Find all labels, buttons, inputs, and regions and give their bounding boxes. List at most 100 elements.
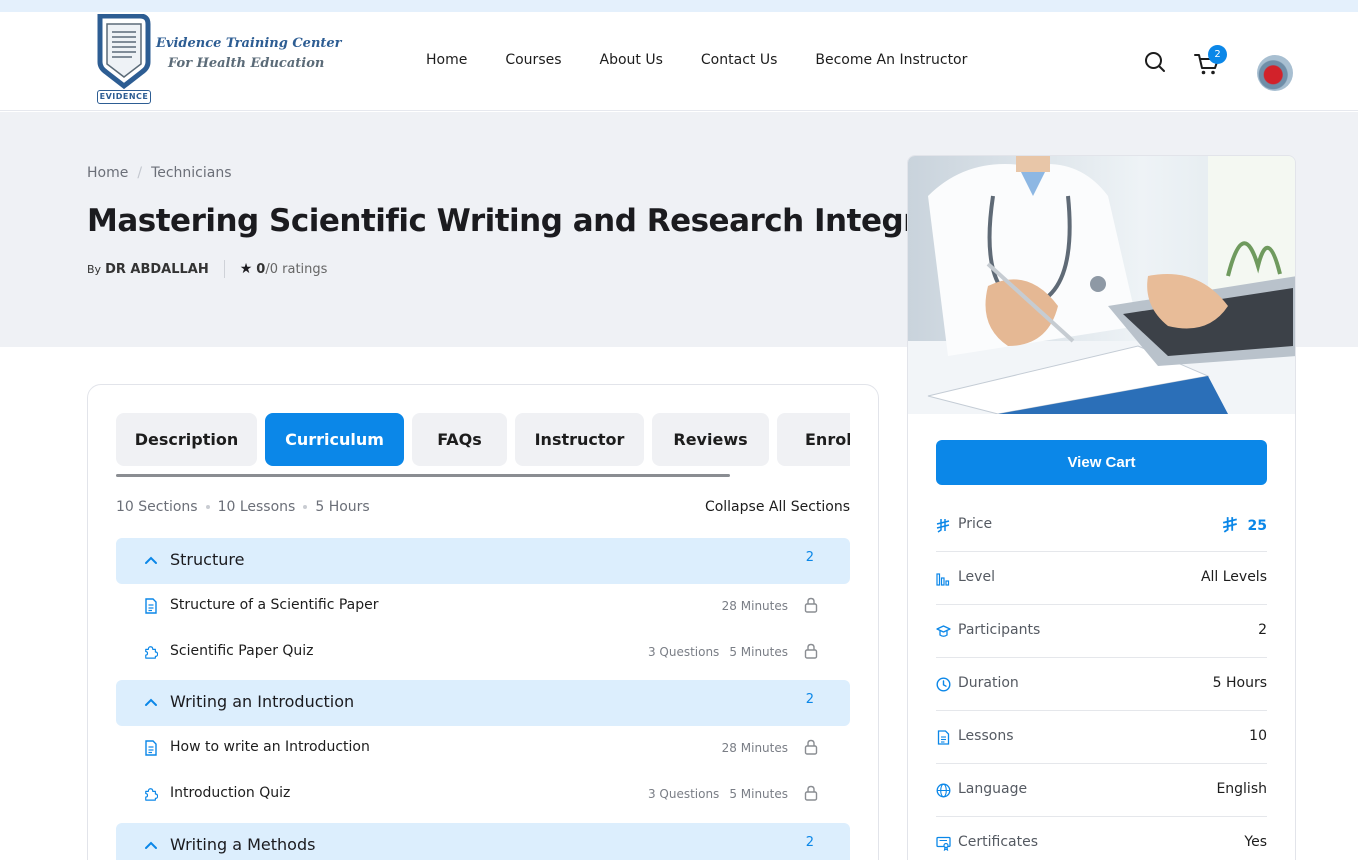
brand-tagline: For Health Education bbox=[168, 56, 325, 71]
certificates-value: Yes bbox=[1244, 834, 1267, 850]
section-title: Structure bbox=[170, 550, 245, 569]
certificates-label: Certificates bbox=[958, 834, 1039, 850]
lock-icon bbox=[804, 643, 818, 659]
quiz-item[interactable]: Introduction Quiz 3 Questions 5 Minutes bbox=[116, 772, 850, 818]
chevron-up-icon bbox=[145, 698, 157, 706]
lock-icon bbox=[804, 785, 818, 801]
info-row-lessons: Lessons 10 bbox=[936, 711, 1267, 764]
quiz-title: Scientific Paper Quiz bbox=[170, 643, 314, 659]
tab-faqs[interactable]: FAQs bbox=[412, 413, 507, 466]
tab-enrolled[interactable]: Enrolled bbox=[777, 413, 850, 466]
rating-value: 0 bbox=[256, 261, 266, 277]
info-row-duration: Duration 5 Hours bbox=[936, 658, 1267, 711]
tab-curriculum[interactable]: Curriculum bbox=[265, 413, 404, 466]
lessons-label: Lessons bbox=[958, 728, 1014, 744]
lessons-value: 10 bbox=[1249, 728, 1267, 744]
duration-value: 5 Hours bbox=[1212, 675, 1267, 691]
lesson-title: Structure of a Scientific Paper bbox=[170, 597, 379, 613]
bar-chart-icon bbox=[936, 573, 950, 586]
language-label: Language bbox=[958, 781, 1028, 797]
nav-courses[interactable]: Courses bbox=[505, 52, 561, 68]
lesson-title: How to write an Introduction bbox=[170, 739, 370, 755]
info-row-certificates: Certificates Yes bbox=[936, 817, 1267, 860]
course-tabs: Description Curriculum FAQs Instructor R… bbox=[116, 413, 850, 466]
participants-label: Participants bbox=[958, 622, 1041, 638]
course-thumbnail bbox=[908, 156, 1295, 414]
quiz-meta: 3 Questions 5 Minutes bbox=[648, 645, 788, 659]
nav-about-us[interactable]: About Us bbox=[600, 52, 663, 68]
collapse-all-button[interactable]: Collapse All Sections bbox=[705, 499, 850, 515]
lesson-meta: 28 Minutes bbox=[722, 599, 788, 613]
duration-label: Duration bbox=[958, 675, 1019, 691]
lessons-count: 10 Lessons bbox=[217, 499, 296, 515]
star-icon: ★ bbox=[239, 261, 253, 277]
quiz-item[interactable]: Scientific Paper Quiz 3 Questions 5 Minut… bbox=[116, 630, 850, 676]
lock-icon bbox=[804, 739, 818, 755]
quiz-questions: 3 Questions bbox=[647, 787, 720, 801]
breadcrumb-home[interactable]: Home bbox=[87, 165, 128, 181]
document-icon bbox=[145, 598, 157, 614]
breadcrumb-separator: / bbox=[137, 165, 143, 181]
price-label: Price bbox=[958, 516, 993, 532]
section-title: Writing a Methods bbox=[170, 835, 316, 854]
course-title: Mastering Scientific Writing and Researc… bbox=[87, 203, 963, 239]
puzzle-icon bbox=[145, 646, 158, 659]
riyal-currency-icon bbox=[936, 519, 950, 533]
site-header: Evidence Training Center For Health Educ… bbox=[0, 12, 1358, 111]
quiz-duration: 5 Minutes bbox=[729, 787, 788, 801]
info-row-participants: Participants 2 bbox=[936, 605, 1267, 658]
course-byline: By DR ABDALLAH ★ 0/0 ratings bbox=[87, 260, 327, 278]
curriculum-section-header[interactable]: Structure 2 bbox=[116, 538, 850, 584]
graduation-cap-icon bbox=[936, 625, 951, 637]
section-item-count: 2 bbox=[805, 692, 814, 707]
curriculum-section-header[interactable]: Writing a Methods 2 bbox=[116, 823, 850, 860]
total-hours: 5 Hours bbox=[315, 499, 370, 515]
tab-instructor[interactable]: Instructor bbox=[515, 413, 644, 466]
main-nav: Home Courses About Us Contact Us Become … bbox=[426, 52, 1005, 68]
document-icon bbox=[937, 730, 950, 745]
participants-value: 2 bbox=[1258, 622, 1267, 638]
lesson-duration: 28 Minutes bbox=[721, 599, 788, 613]
tab-description[interactable]: Description bbox=[116, 413, 257, 466]
tab-reviews[interactable]: Reviews bbox=[652, 413, 769, 466]
quiz-meta: 3 Questions 5 Minutes bbox=[648, 787, 788, 801]
tabs-scrollbar[interactable] bbox=[116, 474, 730, 477]
breadcrumb-category[interactable]: Technicians bbox=[151, 165, 231, 181]
lesson-duration: 28 Minutes bbox=[721, 741, 788, 755]
section-title: Writing an Introduction bbox=[170, 692, 355, 711]
section-item-count: 2 bbox=[805, 835, 814, 850]
view-cart-button[interactable]: View Cart bbox=[936, 440, 1267, 485]
nav-home[interactable]: Home bbox=[426, 52, 467, 68]
nav-become-instructor[interactable]: Become An Instructor bbox=[815, 52, 967, 68]
meta-dot bbox=[303, 505, 308, 509]
level-label: Level bbox=[958, 569, 995, 585]
site-logo[interactable]: Evidence Training Center For Health Educ… bbox=[94, 14, 344, 106]
meta-dot bbox=[205, 505, 210, 509]
price-amount: 25 bbox=[1247, 518, 1267, 534]
quiz-title: Introduction Quiz bbox=[170, 785, 291, 801]
course-author[interactable]: DR ABDALLAH bbox=[105, 262, 209, 277]
price-value: 25 bbox=[1222, 516, 1267, 534]
quiz-questions: 3 Questions bbox=[647, 645, 720, 659]
search-icon[interactable] bbox=[1144, 51, 1166, 73]
by-label: By bbox=[87, 262, 102, 276]
brand-name: Evidence Training Center bbox=[156, 36, 342, 51]
lesson-item[interactable]: Structure of a Scientific Paper 28 Minut… bbox=[116, 584, 850, 630]
info-row-language: Language English bbox=[936, 764, 1267, 817]
curriculum-summary: 10 Sections 10 Lessons 5 Hours bbox=[116, 499, 370, 515]
user-avatar[interactable] bbox=[1257, 55, 1293, 91]
quiz-duration: 5 Minutes bbox=[729, 645, 788, 659]
clock-icon bbox=[936, 677, 951, 692]
language-value: English bbox=[1216, 781, 1267, 797]
byline-divider bbox=[223, 260, 225, 278]
lock-icon bbox=[804, 597, 818, 613]
nav-contact-us[interactable]: Contact Us bbox=[701, 52, 777, 68]
cart-count-badge: 2 bbox=[1208, 45, 1227, 64]
lesson-item[interactable]: How to write an Introduction 28 Minutes bbox=[116, 726, 850, 772]
globe-icon bbox=[936, 783, 951, 798]
curriculum-section-header[interactable]: Writing an Introduction 2 bbox=[116, 680, 850, 726]
chevron-up-icon bbox=[145, 841, 157, 849]
course-sidebar: View Cart Price 25 Level All Levels Part… bbox=[907, 155, 1296, 860]
info-row-price: Price 25 bbox=[936, 499, 1267, 552]
sections-count: 10 Sections bbox=[116, 499, 198, 515]
